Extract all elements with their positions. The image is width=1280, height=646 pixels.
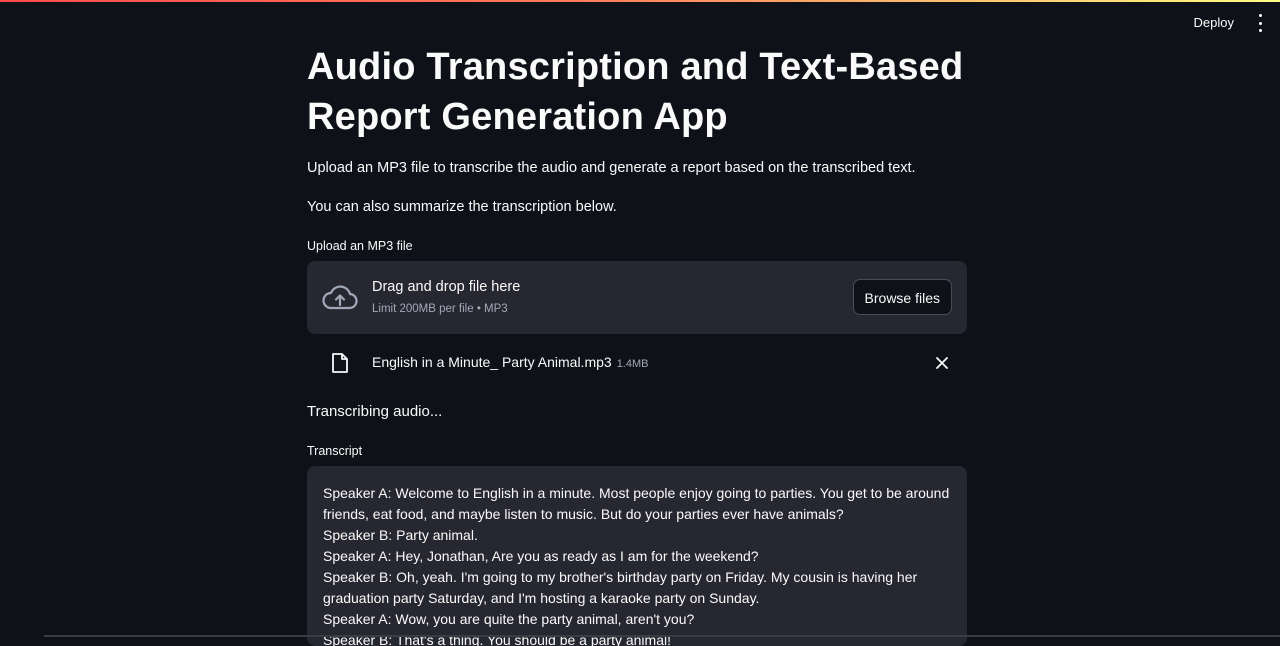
file-name-text: English in a Minute_ Party Animal.mp3	[372, 354, 612, 370]
dropzone-limit-text: Limit 200MB per file • MP3	[372, 303, 508, 315]
top-decoration-stripe	[0, 0, 1280, 2]
uploaded-file-row: English in a Minute_ Party Animal.mp3 1.4…	[307, 348, 967, 378]
dropzone-title: Drag and drop file here	[372, 279, 521, 295]
vertical-ellipsis-icon[interactable]	[1256, 14, 1264, 32]
uploaded-file-name: English in a Minute_ Party Animal.mp3 1.4…	[372, 354, 648, 370]
intro-text: Upload an MP3 file to transcribe the aud…	[307, 160, 916, 176]
file-size: 1.4MB	[616, 358, 649, 370]
intro-text-2: You can also summarize the transcription…	[307, 199, 617, 215]
transcript-text: Speaker A: Welcome to English in a minut…	[323, 485, 950, 646]
file-dropzone[interactable]: Drag and drop file here Limit 200MB per …	[307, 261, 967, 334]
file-icon	[332, 353, 348, 373]
deploy-button[interactable]: Deploy	[1194, 15, 1234, 30]
browse-files-button[interactable]: Browse files	[852, 279, 952, 315]
uploader-label: Upload an MP3 file	[307, 239, 413, 253]
page-title: Audio Transcription and Text-Based Repor…	[307, 46, 964, 138]
status-text: Transcribing audio...	[307, 403, 443, 420]
transcript-label: Transcript	[307, 444, 363, 458]
close-icon[interactable]	[935, 356, 949, 370]
bottom-divider	[44, 635, 1280, 637]
transcript-textarea[interactable]: Speaker A: Welcome to English in a minut…	[307, 466, 967, 646]
cloud-upload-icon	[322, 285, 358, 310]
